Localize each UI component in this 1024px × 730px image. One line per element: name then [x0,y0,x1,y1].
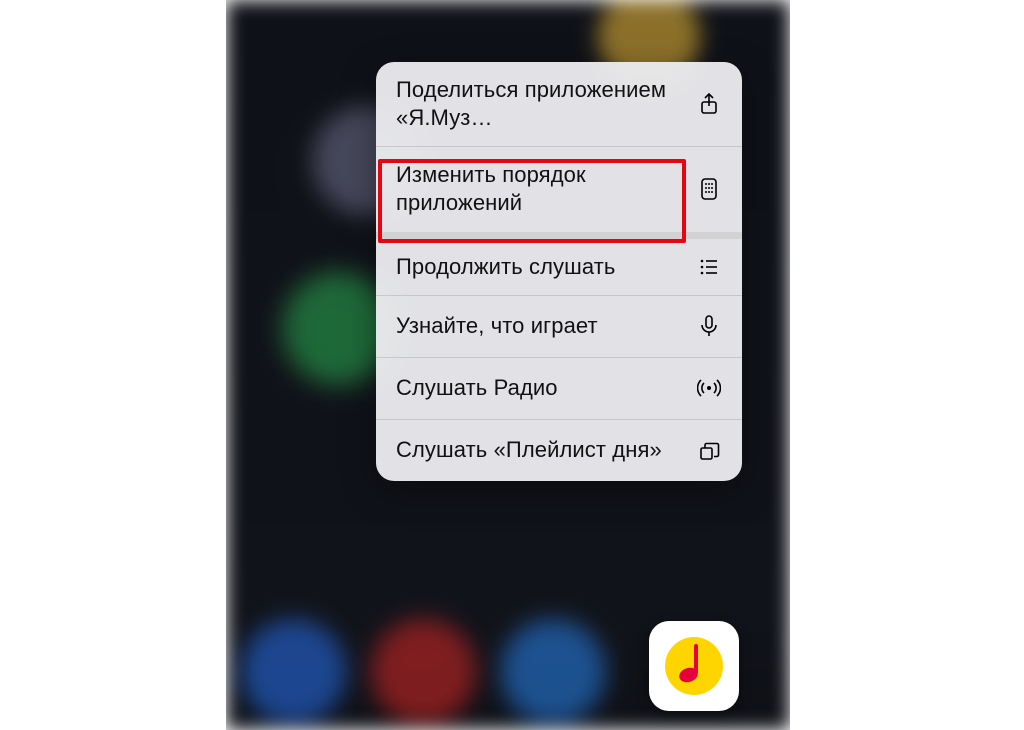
stacked-squares-icon [696,437,722,463]
menu-item-recognize-music[interactable]: Узнайте, что играет [376,295,742,357]
context-menu: Поделиться приложением «Я.Муз… Изменить … [376,62,742,481]
menu-item-label: Слушать «Плейлист дня» [396,436,662,464]
share-icon [696,91,722,117]
menu-item-continue-listening[interactable]: Продолжить слушать [376,232,742,295]
menu-item-share-app[interactable]: Поделиться приложением «Я.Муз… [376,62,742,146]
radio-waves-icon [696,375,722,401]
menu-item-label: Поделиться приложением «Я.Муз… [396,76,686,132]
menu-item-label: Изменить порядок приложений [396,161,686,217]
white-matte-left [0,0,226,730]
menu-item-playlist-of-the-day[interactable]: Слушать «Плейлист дня» [376,419,742,481]
screenshot-stage: Поделиться приложением «Я.Муз… Изменить … [0,0,1024,730]
music-note-icon [679,644,705,684]
music-disc-icon [665,637,723,695]
homescreen-grid-icon [696,176,722,202]
microphone-icon [696,313,722,339]
menu-item-label: Слушать Радио [396,374,558,402]
yandex-music-app-icon[interactable] [649,621,739,711]
list-icon [696,254,722,280]
menu-item-listen-radio[interactable]: Слушать Радио [376,357,742,419]
menu-item-label: Узнайте, что играет [396,312,598,340]
white-matte-right [790,0,1024,730]
menu-item-rearrange-apps[interactable]: Изменить порядок приложений [376,146,742,231]
menu-item-label: Продолжить слушать [396,253,615,281]
